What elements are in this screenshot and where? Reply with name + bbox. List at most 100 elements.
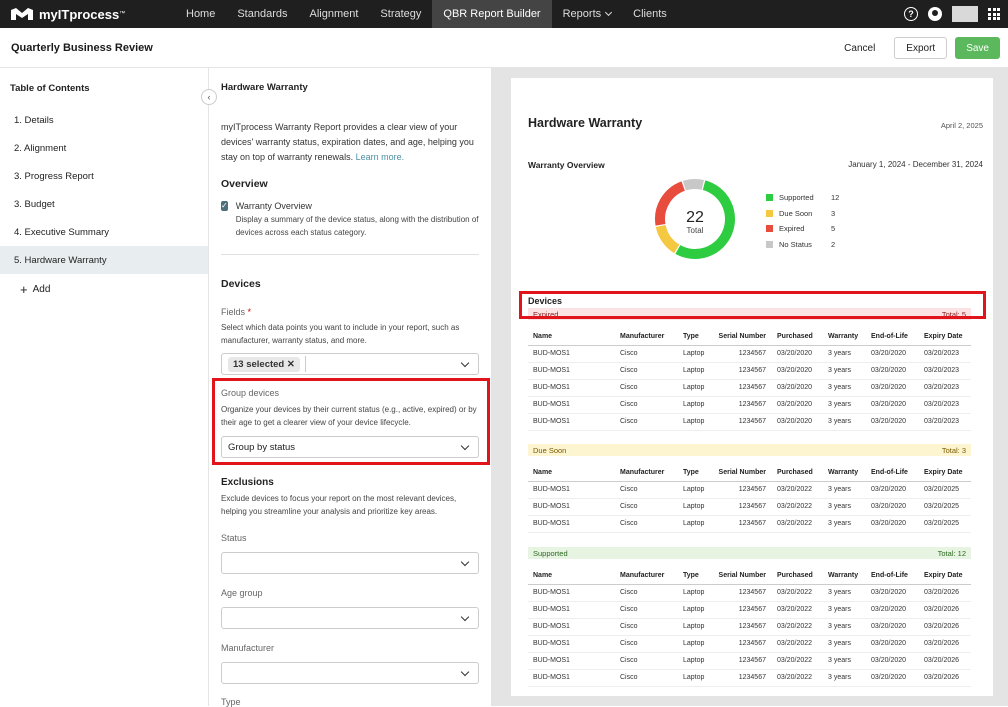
- table-cell: Laptop: [678, 618, 710, 636]
- table-cell: Cisco: [615, 396, 678, 414]
- column-header: Expiry Date: [919, 567, 971, 585]
- required-marker: *: [247, 307, 252, 317]
- table-cell: 03/20/2022: [772, 601, 823, 619]
- table-cell: 3 years: [823, 618, 866, 636]
- table-cell: 03/20/2020: [772, 396, 823, 414]
- table-cell: Cisco: [615, 635, 678, 653]
- table-cell: BUD-MOS1: [528, 618, 615, 636]
- collapse-sidebar-button[interactable]: ‹: [201, 89, 217, 105]
- table-cell: 3 years: [823, 669, 866, 687]
- table-cell: BUD-MOS1: [528, 481, 615, 499]
- table-cell: BUD-MOS1: [528, 379, 615, 397]
- user-account-icon[interactable]: [928, 7, 942, 21]
- due-soon-devices-table: Name Manufacturer Type Serial Number Purchas…: [528, 464, 971, 533]
- table-cell: BUD-MOS1: [528, 413, 615, 431]
- table-cell: 03/20/2025: [919, 515, 971, 533]
- chevron-left-icon: ‹: [207, 92, 211, 102]
- table-cell: 03/20/2020: [866, 635, 919, 653]
- table-row: BUD-MOS1 Cisco Laptop 1234567 03/20/2022 3 ye…: [528, 498, 971, 516]
- table-cell: 1234567: [710, 584, 772, 602]
- nav-clients[interactable]: Clients: [622, 0, 678, 28]
- app-grid-icon[interactable]: [988, 8, 1000, 20]
- toc-item-executive-summary[interactable]: 4. Executive Summary: [0, 218, 208, 246]
- table-cell: Laptop: [678, 498, 710, 516]
- brand-mark-icon: [11, 8, 33, 20]
- fields-select[interactable]: 13 selected ✕: [221, 353, 479, 375]
- clear-selection-icon[interactable]: ✕: [287, 359, 295, 370]
- table-cell: 03/20/2023: [919, 345, 971, 363]
- table-header-row: Name Manufacturer Type Serial Number Purchas…: [528, 328, 971, 346]
- manufacturer-select[interactable]: [221, 662, 479, 684]
- column-header: End-of-Life: [866, 328, 919, 346]
- cancel-button[interactable]: Cancel: [833, 37, 886, 59]
- save-button[interactable]: Save: [955, 37, 1000, 59]
- group-total: Total: 3: [941, 445, 966, 455]
- add-section-button[interactable]: + Add: [0, 282, 208, 297]
- exclusions-heading: Exclusions: [221, 477, 274, 488]
- nav-strategy[interactable]: Strategy: [369, 0, 432, 28]
- toc-item-alignment[interactable]: 2. Alignment: [0, 134, 208, 162]
- column-header: Manufacturer: [615, 328, 678, 346]
- expired-devices-table: Name Manufacturer Type Serial Number Purchas…: [528, 328, 971, 431]
- chevron-down-icon: [605, 8, 613, 17]
- nav-home[interactable]: Home: [175, 0, 226, 28]
- overview-heading: Overview: [221, 178, 268, 190]
- donut-slice-no-status: [682, 179, 704, 191]
- table-cell: 03/20/2020: [866, 413, 919, 431]
- column-header: Name: [528, 567, 615, 585]
- nav-standards[interactable]: Standards: [226, 0, 298, 28]
- table-cell: 03/20/2022: [772, 498, 823, 516]
- brand-name: myITprocess: [39, 6, 120, 22]
- column-header: Manufacturer: [615, 464, 678, 482]
- table-cell: 03/20/2020: [866, 584, 919, 602]
- table-header-row: Name Manufacturer Type Serial Number Purchas…: [528, 567, 971, 585]
- table-cell: BUD-MOS1: [528, 498, 615, 516]
- nav-qbr-report-builder[interactable]: QBR Report Builder: [432, 0, 552, 28]
- help-icon[interactable]: ?: [904, 7, 918, 21]
- legend-label: Supported: [779, 193, 814, 203]
- nav-reports[interactable]: Reports: [552, 0, 623, 28]
- group-total: Total: 12: [937, 548, 966, 558]
- page-header: Quarterly Business Review Cancel Export …: [0, 28, 1008, 68]
- table-cell: 03/20/2023: [919, 362, 971, 380]
- table-cell: Laptop: [678, 481, 710, 499]
- group-label: Supported: [533, 548, 568, 558]
- nav-reports-label: Reports: [562, 8, 602, 20]
- group-devices-select[interactable]: Group by status: [221, 436, 479, 458]
- table-cell: 03/20/2023: [919, 413, 971, 431]
- column-header: Type: [678, 567, 710, 585]
- learn-more-link[interactable]: Learn more.: [356, 152, 405, 162]
- toc-item-details[interactable]: 1. Details: [0, 106, 208, 134]
- table-cell: Laptop: [678, 413, 710, 431]
- table-cell: 03/20/2026: [919, 669, 971, 687]
- age-group-select[interactable]: [221, 607, 479, 629]
- group-total: Total: 5: [941, 309, 966, 319]
- table-row: BUD-MOS1 Cisco Laptop 1234567 03/20/2022 3 ye…: [528, 601, 971, 619]
- warranty-overview-checkbox[interactable]: ✓: [221, 201, 228, 211]
- toc-item-hardware-warranty[interactable]: 5. Hardware Warranty: [0, 246, 208, 274]
- brand-trademark: ™: [119, 11, 126, 17]
- column-header: Type: [678, 464, 710, 482]
- table-cell: Cisco: [615, 413, 678, 431]
- devices-title: Devices: [528, 296, 563, 306]
- export-button[interactable]: Export: [894, 37, 948, 59]
- toc-item-progress-report[interactable]: 3. Progress Report: [0, 162, 208, 190]
- column-header: Type: [678, 328, 710, 346]
- status-select[interactable]: [221, 552, 479, 574]
- toc-item-budget[interactable]: 3. Budget: [0, 190, 208, 218]
- legend-item-supported: Supported 12: [766, 190, 839, 206]
- chevron-down-icon: [460, 667, 470, 676]
- table-cell: 1234567: [710, 669, 772, 687]
- column-header: End-of-Life: [866, 464, 919, 482]
- table-cell: 3 years: [823, 515, 866, 533]
- table-cell: BUD-MOS1: [528, 362, 615, 380]
- table-cell: BUD-MOS1: [528, 515, 615, 533]
- table-cell: 03/20/2023: [919, 396, 971, 414]
- table-cell: BUD-MOS1: [528, 652, 615, 670]
- table-cell: 3 years: [823, 601, 866, 619]
- nav-alignment[interactable]: Alignment: [299, 0, 370, 28]
- table-cell: 03/20/2022: [772, 618, 823, 636]
- avatar[interactable]: [952, 6, 978, 22]
- table-cell: 03/20/2026: [919, 635, 971, 653]
- brand-logo[interactable]: myITprocess ™: [0, 7, 175, 22]
